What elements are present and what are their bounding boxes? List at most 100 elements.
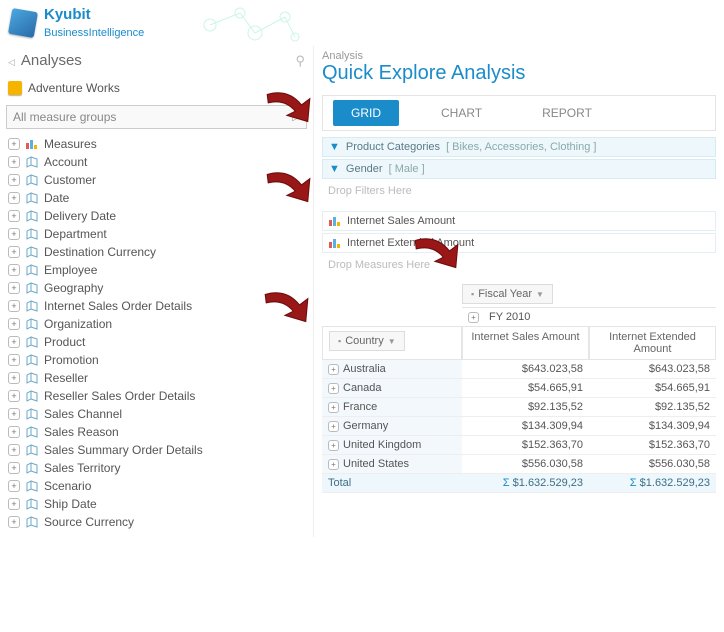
expand-icon[interactable]: + [8,372,20,384]
expand-icon[interactable]: + [8,192,20,204]
expand-icon[interactable]: + [468,312,479,323]
filter-values: [ Bikes, Accessories, Clothing ] [446,141,596,153]
tree-item-label: Geography [44,281,103,295]
dimension-icon [26,336,38,348]
tree-item-label: Sales Reason [44,425,119,439]
expand-icon[interactable]: + [8,138,20,150]
filter-chip[interactable]: ▼Product Categories [ Bikes, Accessories… [322,137,716,157]
dimension-icon [26,426,38,438]
expand-icon[interactable]: + [328,440,339,451]
expand-icon[interactable]: + [8,246,20,258]
table-row[interactable]: +Australia$643.023,58$643.023,58 [322,360,716,379]
filter-chip[interactable]: ▼Gender [ Male ] [322,159,716,179]
expand-icon[interactable]: + [8,516,20,528]
expand-icon[interactable]: + [8,318,20,330]
row-dimension-chip[interactable]: ▪ Country ▼ [329,331,405,351]
dimension-icon [26,498,38,510]
dimension-icon [26,480,38,492]
table-row[interactable]: +Germany$134.309,94$134.309,94 [322,417,716,436]
expand-icon[interactable]: + [8,426,20,438]
expand-icon[interactable]: + [328,459,339,470]
tree-item[interactable]: +Measures [6,135,307,153]
expand-icon[interactable]: + [328,383,339,394]
dimension-icon [26,354,38,366]
tab-chart[interactable]: CHART [423,100,500,126]
table-row[interactable]: +France$92.135,52$92.135,52 [322,398,716,417]
tree-item[interactable]: +Sales Channel [6,405,307,423]
expand-icon[interactable]: + [8,156,20,168]
expand-icon[interactable]: + [8,336,20,348]
tree-item-label: Account [44,155,87,169]
tree-item[interactable]: + Scenario [6,477,307,495]
drop-filters-hint[interactable]: Drop Filters Here [322,181,716,201]
expand-icon[interactable]: + [8,264,20,276]
expand-icon[interactable]: + [8,300,20,312]
tree-item[interactable]: + Sales Reason [6,423,307,441]
tree-item[interactable]: +Source Currency [6,513,307,531]
expand-icon[interactable]: + [8,480,20,492]
expand-icon[interactable]: + [8,282,20,294]
total-value: Σ $1.632.529,23 [589,474,716,493]
measure-label: Internet Sales Amount [347,215,455,227]
expand-icon[interactable]: + [8,174,20,186]
tree-item-label: Scenario [44,479,91,493]
expand-icon[interactable]: + [8,390,20,402]
tree-item[interactable]: +Employee [6,261,307,279]
filter-values: [ Male ] [389,163,425,175]
tree-item[interactable]: +Sales Summary Order Details [6,441,307,459]
row-label: Germany [343,420,388,432]
tree-item[interactable]: +Department [6,225,307,243]
tree-item[interactable]: +Sales Territory [6,459,307,477]
expand-icon[interactable]: + [328,364,339,375]
cell-value: $92.135,52 [589,398,716,417]
tree-item[interactable]: +Promotion [6,351,307,369]
total-value: Σ $1.632.529,23 [462,474,589,493]
expand-icon[interactable]: + [328,421,339,432]
collapse-sidebar-icon[interactable] [8,54,19,68]
table-row[interactable]: + Canada $54.665,91$54.665,91 [322,379,716,398]
tree-item[interactable]: +Reseller Sales Order Details [6,387,307,405]
expand-icon[interactable]: + [328,402,339,413]
tab-report[interactable]: REPORT [524,100,610,126]
dimension-icon [26,444,38,456]
tab-grid[interactable]: GRID [333,100,399,126]
cell-value: $54.665,91 [462,379,589,398]
annotation-arrow-icon [262,86,314,128]
measure-chip[interactable]: Internet Sales Amount [322,211,716,231]
measure-chip[interactable]: Internet Extended Amount [322,233,716,253]
tree-item-label: Product [44,335,85,349]
tree-item[interactable]: +Delivery Date [6,207,307,225]
expand-icon[interactable]: + [8,408,20,420]
tree-item-label: Reseller [44,371,88,385]
dimension-icon [26,246,38,258]
tree-item[interactable]: + Product [6,333,307,351]
column-member[interactable]: + FY 2010 [462,307,716,326]
tree-item-label: Customer [44,173,96,187]
table-row[interactable]: +United States$556.030,58$556.030,58 [322,455,716,474]
cube-name: Adventure Works [28,81,120,95]
expand-icon[interactable]: + [8,462,20,474]
row-label: France [343,401,377,413]
expand-icon[interactable]: + [8,444,20,456]
column-dimension-chip[interactable]: ▪ Fiscal Year ▼ [462,284,553,304]
page-title: Quick Explore Analysis [322,62,716,85]
cell-value: $556.030,58 [462,455,589,474]
expand-icon[interactable]: + [8,210,20,222]
chevron-down-icon: ▼ [536,290,544,299]
tree-item[interactable]: +Destination Currency [6,243,307,261]
tree-item-label: Organization [44,317,112,331]
expand-icon[interactable]: + [8,228,20,240]
cell-value: $134.309,94 [462,417,589,436]
tree-item[interactable]: +Ship Date [6,495,307,513]
drop-measures-hint[interactable]: Drop Measures Here [322,255,716,275]
row-label: Canada [343,382,382,394]
expand-icon[interactable]: + [8,498,20,510]
table-row[interactable]: +United Kingdom$152.363,70$152.363,70 [322,436,716,455]
expand-icon[interactable]: + [8,354,20,366]
tree-item[interactable]: + Reseller [6,369,307,387]
dimension-icon [26,264,38,276]
cell-value: $54.665,91 [589,379,716,398]
pin-icon[interactable]: ⚲ [295,53,305,69]
data-table: +Australia$643.023,58$643.023,58+Canada$… [322,360,716,493]
dimension-icon [26,372,38,384]
